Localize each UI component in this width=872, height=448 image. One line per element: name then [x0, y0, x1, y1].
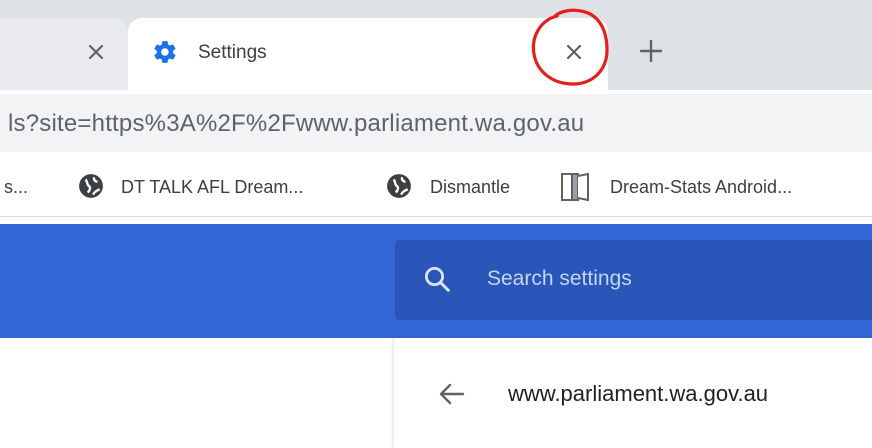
tab-previous-close-button[interactable] [80, 36, 112, 68]
globe-icon [79, 174, 103, 198]
bookmark-item[interactable]: s... [4, 177, 28, 198]
page-title: www.parliament.wa.gov.au [508, 381, 769, 406]
book-icon [561, 172, 589, 202]
arrow-left-icon [439, 383, 465, 405]
close-icon [88, 44, 104, 60]
bookmark-label-dt-talk: DT TALK AFL Dream... [121, 177, 304, 197]
globe-icon [387, 174, 411, 198]
annotation-circle [531, 8, 609, 86]
back-button[interactable] [434, 376, 470, 412]
tab-title: Settings [198, 42, 267, 63]
plus-icon [640, 40, 662, 62]
address-bar-url[interactable]: ls?site=https%3A%2F%2Fwww.parliament.wa.… [8, 110, 584, 138]
new-tab-button[interactable] [634, 34, 668, 68]
search-settings-field[interactable] [395, 240, 872, 320]
search-input[interactable]: Search settings [487, 267, 632, 291]
gear-icon [154, 41, 176, 63]
search-icon [425, 267, 450, 292]
bookmark-item-dream-stats[interactable]: Dream-Stats Android... [610, 177, 792, 198]
bookmark-item-dismantle[interactable]: Dismantle [430, 177, 510, 198]
